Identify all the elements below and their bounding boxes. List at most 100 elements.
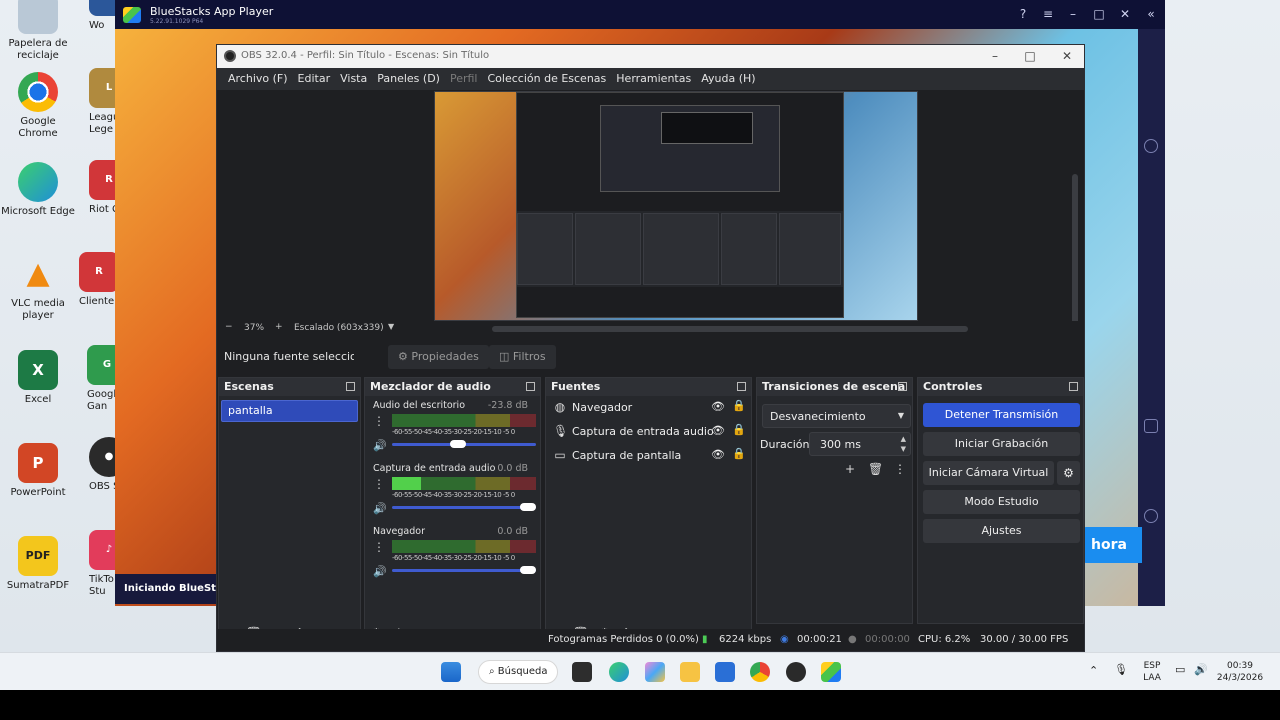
- menu-ayuda[interactable]: Ayuda (H): [696, 68, 760, 90]
- taskbar-search[interactable]: ⌕ Búsqueda: [478, 660, 558, 684]
- obs-preview[interactable]: [217, 90, 1084, 334]
- add-icon[interactable]: +: [845, 462, 855, 476]
- menu-perfil[interactable]: Perfil: [445, 68, 483, 90]
- chrome-icon[interactable]: [750, 662, 770, 682]
- kebab-menu-icon[interactable]: ⋮: [373, 414, 385, 428]
- nested-dock: [575, 213, 641, 285]
- menu-herramientas[interactable]: Herramientas: [611, 68, 696, 90]
- desktop-icon-powerpoint[interactable]: P PowerPoint: [0, 443, 76, 499]
- slider-handle[interactable]: [520, 503, 536, 511]
- nested-preview: [600, 105, 780, 192]
- transition-select[interactable]: Desvanecimiento ▼: [762, 404, 911, 428]
- minimize-icon[interactable]: –: [985, 47, 1005, 65]
- minimize-icon[interactable]: –: [1065, 6, 1081, 22]
- slider-handle[interactable]: [449, 440, 466, 448]
- close-icon[interactable]: ✕: [1057, 47, 1077, 65]
- preview-vertical-scrollbar[interactable]: [1072, 174, 1078, 334]
- edge-icon[interactable]: [609, 662, 629, 682]
- preview-canvas[interactable]: [434, 91, 918, 321]
- obs-menubar: Archivo (F) Editar Vista Paneles (D) Per…: [217, 68, 1084, 90]
- menu-coleccion-escenas[interactable]: Colección de Escenas: [483, 68, 612, 90]
- undock-icon[interactable]: [526, 382, 535, 391]
- kebab-menu-icon[interactable]: ⋮: [894, 462, 906, 476]
- start-recording-button[interactable]: Iniciar Grabación: [923, 432, 1080, 456]
- undock-icon[interactable]: [737, 382, 746, 391]
- desktop-icon-edge[interactable]: Microsoft Edge: [0, 162, 76, 218]
- windows-start-icon[interactable]: [441, 662, 461, 682]
- lock-icon[interactable]: 🔒: [732, 423, 746, 436]
- eye-icon[interactable]: 👁: [711, 400, 725, 413]
- studio-mode-button[interactable]: Modo Estudio: [923, 490, 1080, 514]
- menu-editar[interactable]: Editar: [293, 68, 336, 90]
- task-view-icon[interactable]: [572, 662, 592, 682]
- tray-chevron-icon[interactable]: ⌃: [1089, 665, 1098, 677]
- stream-time: 00:00:21: [797, 634, 842, 645]
- volume-slider[interactable]: [392, 503, 536, 511]
- virtual-camera-button[interactable]: Iniciar Cámara Virtual: [923, 461, 1054, 485]
- kebab-menu-icon[interactable]: ⋮: [373, 540, 385, 554]
- volume-icon[interactable]: 🔊: [1194, 664, 1208, 676]
- help-icon[interactable]: ?: [1015, 6, 1031, 22]
- obs-icon[interactable]: [786, 662, 806, 682]
- preview-horizontal-scrollbar[interactable]: [492, 326, 968, 332]
- desktop-icon-recycle-bin[interactable]: Papelera de reciclaje: [0, 0, 76, 62]
- maximize-icon[interactable]: □: [1020, 47, 1040, 65]
- menu-paneles[interactable]: Paneles (D): [372, 68, 445, 90]
- microphone-icon[interactable]: 🎙: [1114, 664, 1128, 676]
- zoom-out-button[interactable]: −: [225, 322, 233, 332]
- layers-icon[interactable]: [1144, 419, 1158, 433]
- language-indicator[interactable]: ESP LAA: [1140, 660, 1164, 684]
- slider-handle[interactable]: [520, 566, 536, 574]
- eye-icon[interactable]: 👁: [711, 448, 725, 461]
- menu-vista[interactable]: Vista: [335, 68, 372, 90]
- desktop-icon-chrome[interactable]: Google Chrome: [0, 72, 76, 140]
- desktop-icon-excel[interactable]: X Excel: [0, 350, 76, 406]
- gear-icon[interactable]: [1144, 509, 1158, 523]
- obs-logo-icon: [224, 50, 236, 62]
- speaker-icon[interactable]: 🔊: [373, 439, 387, 452]
- stop-stream-button[interactable]: Detener Transmisión: [923, 403, 1080, 427]
- undock-icon[interactable]: [1069, 382, 1078, 391]
- desktop-icon-vlc[interactable]: ▲ VLC media player: [0, 254, 76, 322]
- gear-icon: ⚙: [398, 350, 408, 363]
- scene-item[interactable]: pantalla: [221, 400, 358, 422]
- source-item[interactable]: ▭ Captura de pantalla 👁 🔒: [546, 444, 751, 468]
- bluestacks-action-button[interactable]: hora: [1083, 527, 1142, 563]
- desktop-icon-riot-client[interactable]: R Cliente: [79, 252, 119, 308]
- chevron-down-icon[interactable]: ▼: [388, 322, 394, 331]
- properties-button[interactable]: ⚙ Propiedades: [388, 345, 489, 369]
- menu-archivo[interactable]: Archivo (F): [223, 68, 293, 90]
- collapse-sidebar-icon[interactable]: «: [1143, 6, 1159, 22]
- network-icon[interactable]: ▭: [1175, 664, 1185, 676]
- kebab-menu-icon[interactable]: ⋮: [373, 477, 385, 491]
- duration-input[interactable]: 300 ms ▲ ▼: [809, 432, 911, 456]
- menu-icon[interactable]: ≡: [1040, 6, 1056, 22]
- trash-icon[interactable]: 🗑: [868, 462, 883, 476]
- volume-slider[interactable]: [392, 566, 536, 574]
- filters-button[interactable]: ◫ Filtros: [489, 345, 556, 369]
- file-explorer-icon[interactable]: [680, 662, 700, 682]
- gear-icon[interactable]: ⚙: [1057, 461, 1080, 485]
- maximize-icon[interactable]: □: [1091, 6, 1107, 22]
- spin-arrows-icon[interactable]: ▲ ▼: [901, 434, 906, 454]
- clock[interactable]: 00:39 24/3/2026: [1214, 660, 1266, 684]
- speaker-icon[interactable]: 🔊: [373, 502, 387, 515]
- source-item[interactable]: ◍ Navegador 👁 🔒: [546, 396, 751, 420]
- lock-icon[interactable]: 🔒: [732, 447, 746, 460]
- undock-icon[interactable]: [346, 382, 355, 391]
- signal-icon: ▮: [702, 634, 708, 645]
- settings-button[interactable]: Ajustes: [923, 519, 1080, 543]
- copilot-icon[interactable]: [645, 662, 665, 682]
- desktop-icon-sumatrapdf[interactable]: PDF SumatraPDF: [0, 536, 76, 592]
- source-item[interactable]: 🎙 Captura de entrada audio 👁 🔒: [546, 420, 751, 444]
- sidebar-tool-icon[interactable]: [1144, 139, 1158, 153]
- volume-slider[interactable]: [392, 440, 536, 448]
- eye-icon[interactable]: 👁: [711, 424, 725, 437]
- store-icon[interactable]: [715, 662, 735, 682]
- bluestacks-icon[interactable]: [821, 662, 841, 682]
- speaker-icon[interactable]: 🔊: [373, 565, 387, 578]
- lock-icon[interactable]: 🔒: [732, 399, 746, 412]
- close-icon[interactable]: ✕: [1117, 6, 1133, 22]
- undock-icon[interactable]: [898, 382, 907, 391]
- zoom-in-button[interactable]: +: [275, 322, 283, 332]
